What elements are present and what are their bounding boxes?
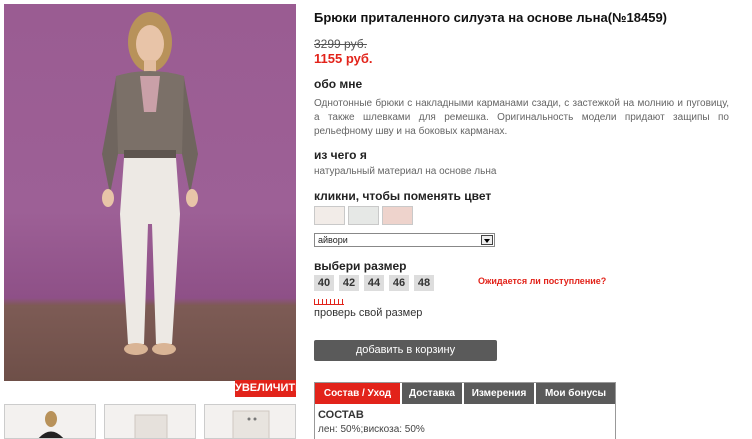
tab-delivery[interactable]: Доставка — [402, 383, 462, 404]
chevron-down-icon[interactable] — [481, 235, 493, 245]
tab-measurements[interactable]: Измерения — [464, 383, 534, 404]
thumbnail-3[interactable] — [204, 404, 296, 439]
current-price: 1155 руб. — [314, 51, 373, 66]
check-size-link[interactable]: проверь свой размер — [314, 307, 422, 319]
arrival-link[interactable]: Ожидается ли поступление? — [478, 276, 606, 286]
product-photo[interactable] — [4, 4, 296, 381]
tab-composition[interactable]: Состав / Уход — [315, 383, 400, 404]
size-option[interactable]: 44 — [364, 275, 384, 291]
material-text: натуральный материал на основе льна — [314, 166, 497, 177]
size-option[interactable]: 48 — [414, 275, 434, 291]
tab-content-heading: СОСТАВ — [318, 409, 364, 421]
thumbnail-1[interactable] — [4, 404, 96, 439]
color-swatch[interactable] — [314, 206, 345, 225]
about-text: Однотонные брюки с накладными карманами … — [314, 98, 729, 137]
color-swatch[interactable] — [348, 206, 379, 225]
thumbnail-image — [134, 414, 168, 438]
size-option[interactable]: 46 — [389, 275, 409, 291]
tab-content-text: лен: 50%;вискоза: 50% — [318, 424, 425, 435]
size-option[interactable]: 42 — [339, 275, 359, 291]
color-swatch[interactable] — [382, 206, 413, 225]
product-title: Брюки приталенного силуэта на основе льн… — [314, 10, 667, 25]
tab-bonuses[interactable]: Мои бонусы — [536, 383, 615, 404]
add-to-cart-button[interactable]: добавить в корзину — [314, 340, 497, 361]
ruler-icon[interactable] — [314, 299, 344, 305]
thumbnail-image — [232, 410, 270, 438]
color-select-value: айвори — [318, 235, 348, 245]
size-option[interactable]: 40 — [314, 275, 334, 291]
color-select[interactable]: айвори — [314, 233, 495, 247]
about-heading: обо мне — [314, 77, 363, 91]
thumbnail-2[interactable] — [104, 404, 196, 439]
old-price: 3299 руб. — [314, 37, 367, 51]
size-heading: выбери размер — [314, 259, 407, 273]
thumbnail-image — [38, 411, 64, 438]
zoom-button[interactable]: УВЕЛИЧИТЬ — [235, 380, 303, 397]
material-heading: из чего я — [314, 148, 367, 162]
color-heading: кликни, чтобы поменять цвет — [314, 189, 492, 203]
model-figure — [102, 12, 198, 355]
